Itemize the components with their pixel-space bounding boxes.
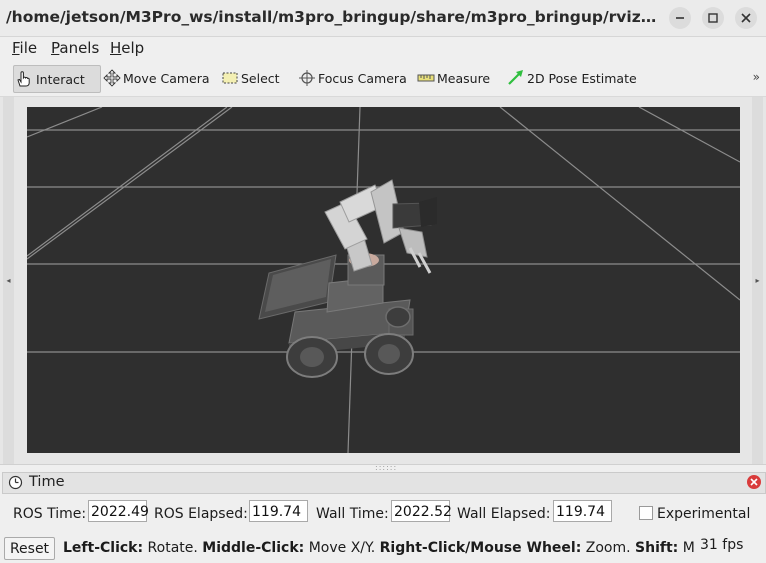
tool-2d-pose-estimate-label: 2D Pose Estimate [527, 70, 637, 86]
right-click-key: Right-Click/Mouse Wheel: [379, 540, 582, 556]
green-arrow-icon [508, 70, 523, 85]
menu-file-mnemonic: F [12, 39, 20, 57]
menu-panels[interactable]: Panels [51, 39, 99, 57]
hand-pointer-icon [17, 71, 30, 87]
window-titlebar: /home/jetson/M3Pro_ws/install/m3pro_brin… [0, 0, 766, 37]
tool-focus-camera-label: Focus Camera [318, 70, 407, 86]
shift-action: More op [682, 540, 695, 556]
wall-time-label: Wall Time: [316, 506, 389, 522]
tool-measure[interactable]: Measure [417, 65, 490, 91]
menu-file[interactable]: File [12, 39, 37, 57]
splitter-grip-icon: :::::: [375, 463, 398, 472]
chevron-right-icon: ▸ [755, 276, 760, 285]
middle-click-key: Middle-Click: [202, 540, 305, 556]
right-dock-toggle[interactable]: ▸ [752, 97, 763, 464]
3d-viewport[interactable] [27, 107, 740, 453]
experimental-checkbox[interactable] [639, 506, 653, 520]
tool-2d-pose-estimate[interactable]: 2D Pose Estimate [507, 65, 637, 91]
selection-rect-icon [222, 72, 238, 84]
minimize-icon [676, 17, 684, 19]
ros-time-field[interactable]: 2022.49 [88, 500, 149, 522]
menu-panels-label: anels [59, 39, 100, 57]
right-click-action: Zoom. [581, 540, 636, 556]
crosshair-icon [299, 70, 315, 86]
tool-select[interactable]: Select [221, 65, 280, 91]
wall-elapsed-label: Wall Elapsed: [457, 506, 551, 522]
reset-button[interactable]: Reset [4, 537, 55, 560]
toolbar-overflow-button[interactable]: » [753, 70, 760, 84]
ros-elapsed-label: ROS Elapsed: [154, 506, 248, 522]
ruler-icon [417, 74, 435, 82]
status-bar: Reset Left-Click: Rotate. Middle-Click: … [0, 535, 766, 563]
render-panel: ◂ ▸ [0, 97, 766, 464]
scene-canvas[interactable] [27, 107, 740, 453]
menubar: File Panels Help [0, 37, 766, 60]
tool-focus-camera[interactable]: Focus Camera [298, 65, 407, 91]
tool-select-label: Select [241, 70, 280, 86]
tool-interact[interactable]: Interact [13, 65, 101, 93]
left-dock-toggle[interactable]: ◂ [3, 97, 14, 464]
window-title: /home/jetson/M3Pro_ws/install/m3pro_brin… [6, 8, 661, 26]
menu-help-label: elp [121, 39, 145, 57]
move-arrows-icon [103, 69, 121, 87]
menu-help[interactable]: Help [110, 39, 144, 57]
fps-counter: 31 fps [700, 537, 744, 553]
menu-file-label: ile [19, 39, 38, 57]
maximize-icon [708, 13, 718, 23]
wall-elapsed-field[interactable]: 119.74 [553, 500, 612, 522]
time-panel-header: Time [2, 472, 766, 494]
clock-icon [8, 475, 23, 490]
ros-time-label: ROS Time: [13, 506, 87, 522]
minimize-button[interactable] [669, 7, 691, 29]
tool-move-camera[interactable]: Move Camera [103, 65, 210, 91]
chevron-left-icon: ◂ [6, 276, 11, 285]
close-icon [750, 478, 758, 486]
wall-time-field[interactable]: 2022.52 [391, 500, 452, 522]
experimental-label: Experimental [657, 506, 751, 522]
status-hint: Left-Click: Rotate. Middle-Click: Move X… [63, 540, 695, 556]
time-panel: ROS Time: 2022.49 ROS Elapsed: 119.74 Wa… [0, 494, 766, 534]
tools-toolbar: Interact Move Camera Select Focus Camera… [0, 61, 766, 97]
left-click-action: Rotate. [143, 540, 203, 556]
time-panel-close-button[interactable] [747, 475, 761, 489]
tool-move-camera-label: Move Camera [123, 70, 210, 86]
tool-measure-label: Measure [437, 70, 491, 86]
ros-elapsed-field[interactable]: 119.74 [249, 500, 308, 522]
close-icon [741, 13, 751, 23]
shift-key: Shift: [635, 540, 679, 556]
menu-help-mnemonic: H [110, 39, 122, 57]
middle-click-action: Move X/Y. [304, 540, 380, 556]
close-button[interactable] [735, 7, 757, 29]
left-click-key: Left-Click: [63, 540, 144, 556]
time-panel-title: Time [29, 474, 65, 490]
tool-interact-label: Interact [36, 71, 85, 87]
maximize-button[interactable] [702, 7, 724, 29]
